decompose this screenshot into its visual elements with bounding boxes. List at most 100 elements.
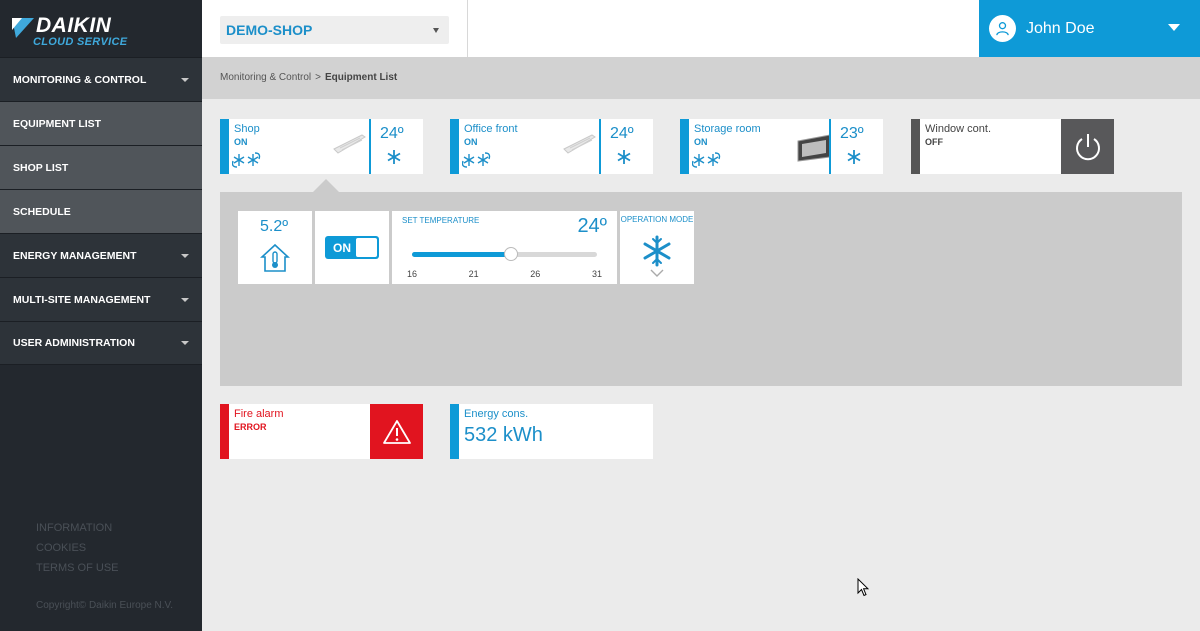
chevron-down-icon <box>181 77 189 82</box>
status-bar <box>450 404 459 459</box>
chevron-down-icon <box>181 253 189 258</box>
sidebar-item-label: MONITORING & CONTROL <box>13 73 147 86</box>
cassette-unit-icon <box>333 134 366 154</box>
sidebar-item-shop-list[interactable]: SHOP LIST <box>0 145 202 189</box>
status-bar <box>680 119 689 174</box>
equipment-temperature: 24º <box>610 125 634 142</box>
sidebar-item-multi-site-management[interactable]: MULTI-SITE MANAGEMENT <box>0 277 202 321</box>
wall-unit-icon <box>797 134 830 162</box>
set-temperature-label: SET TEMPERATURE <box>402 216 480 225</box>
chevron-down-icon <box>181 341 189 345</box>
sidebar-item-schedule[interactable]: SCHEDULE <box>0 189 202 233</box>
status-bar <box>220 119 229 174</box>
operation-mode-card[interactable]: OPERATION MODE <box>620 211 694 284</box>
equipment-status: ON <box>464 137 478 147</box>
indoor-thermometer-icon <box>260 243 290 272</box>
breadcrumb-parent-link[interactable]: Monitoring & Control <box>220 72 311 83</box>
daikin-logo-icon <box>12 18 34 38</box>
sidebar-item-label: USER ADMINISTRATION <box>13 337 135 349</box>
alarm-name: Fire alarm <box>234 408 284 420</box>
breadcrumb-separator: > <box>315 72 321 83</box>
room-temperature: 5.2º <box>260 218 289 235</box>
equipment-temperature: 24º <box>380 125 404 142</box>
snowflake-icon <box>387 150 401 164</box>
mouse-cursor-icon <box>857 578 869 597</box>
operation-mode-label: OPERATION MODE <box>620 215 694 224</box>
chevron-down-icon <box>433 28 439 33</box>
equipment-status: ON <box>234 137 248 147</box>
energy-label: Energy cons. <box>464 408 529 420</box>
power-button[interactable] <box>1061 119 1114 174</box>
alarm-indicator <box>370 404 423 459</box>
sidebar-item-monitoring-control[interactable]: MONITORING & CONTROL <box>0 57 202 101</box>
footer-links: INFORMATION COOKIES TERMS OF USE <box>36 518 119 578</box>
energy-consumption-tile[interactable]: Energy cons. 532 kWh <box>450 404 653 459</box>
status-bar <box>220 404 229 459</box>
equipment-status: ON <box>694 137 708 147</box>
daikin-logo[interactable]: DAIKIN CLOUD SERVICE <box>0 0 202 57</box>
slider-tick: 21 <box>468 269 479 279</box>
equipment-detail-panel: 5.2º ON SET TEMPERATURE 24º 16 21 26 31 … <box>220 192 1182 386</box>
slider-tick: 26 <box>530 269 541 279</box>
tile-divider <box>599 119 601 174</box>
breadcrumb-current: Equipment List <box>325 72 398 83</box>
sidebar-item-label: ENERGY MANAGEMENT <box>13 249 137 262</box>
slider-handle[interactable] <box>503 247 518 261</box>
detail-pointer <box>313 179 339 192</box>
sidebar: DAIKIN CLOUD SERVICE MONITORING & CONTRO… <box>0 0 202 631</box>
set-temperature-slider[interactable] <box>412 247 597 261</box>
breadcrumb: Monitoring & Control > Equipment List <box>202 57 1200 99</box>
equipment-name: Window cont. <box>925 123 992 135</box>
cookies-link[interactable]: COOKIES <box>36 538 119 558</box>
sidebar-item-label: MULTI-SITE MANAGEMENT <box>13 293 151 306</box>
cool-mode-icon <box>232 152 261 168</box>
sidebar-item-label: SCHEDULE <box>13 205 71 218</box>
equipment-name: Office front <box>464 123 518 135</box>
sidebar-item-label: EQUIPMENT LIST <box>13 117 102 130</box>
sidebar-item-equipment-list[interactable]: EQUIPMENT LIST <box>0 101 202 145</box>
chevron-down-icon[interactable] <box>650 269 664 277</box>
equipment-temperature: 23º <box>840 125 864 142</box>
topbar: DEMO-SHOP John Doe <box>202 0 1200 57</box>
warning-icon <box>382 419 411 444</box>
cassette-unit-icon <box>563 134 596 154</box>
alarm-tile-fire-alarm[interactable]: Fire alarm ERROR <box>220 404 423 459</box>
tile-divider <box>829 119 831 174</box>
equipment-name: Shop <box>234 123 260 135</box>
equipment-tile-office-front[interactable]: Office front ON 24º <box>450 119 653 174</box>
shop-select[interactable]: DEMO-SHOP <box>220 16 449 44</box>
power-icon <box>1075 133 1100 160</box>
snowflake-icon <box>643 235 671 267</box>
brand-subtitle: CLOUD SERVICE <box>33 36 128 48</box>
equipment-tile-window-cont[interactable]: Window cont. OFF <box>911 119 1114 174</box>
shop-select-value: DEMO-SHOP <box>226 22 313 38</box>
snowflake-icon <box>847 150 861 164</box>
terms-of-use-link[interactable]: TERMS OF USE <box>36 558 119 578</box>
equipment-status: OFF <box>925 137 943 147</box>
toggle-knob <box>356 238 377 257</box>
equipment-tile-shop[interactable]: Shop ON 24º <box>220 119 423 174</box>
sidebar-item-label: SHOP LIST <box>13 161 69 174</box>
copyright: Copyright© Daikin Europe N.V. <box>36 600 174 611</box>
power-toggle-label: ON <box>333 241 351 255</box>
slider-tick: 31 <box>591 269 603 279</box>
equipment-tile-storage-room[interactable]: Storage room ON 23º <box>680 119 883 174</box>
slider-fill <box>412 252 511 257</box>
slider-tick: 16 <box>406 269 418 279</box>
user-avatar-icon <box>989 15 1016 42</box>
status-bar <box>450 119 459 174</box>
power-toggle[interactable]: ON <box>325 236 379 259</box>
sidebar-item-user-administration[interactable]: USER ADMINISTRATION <box>0 321 202 365</box>
information-link[interactable]: INFORMATION <box>36 518 119 538</box>
equipment-name: Storage room <box>694 123 761 135</box>
user-menu[interactable]: John Doe <box>979 0 1200 57</box>
cool-mode-icon <box>462 152 491 168</box>
snowflake-icon <box>617 150 631 164</box>
sidebar-item-energy-management[interactable]: ENERGY MANAGEMENT <box>0 233 202 277</box>
sidebar-nav: MONITORING & CONTROL EQUIPMENT LIST SHOP… <box>0 57 202 365</box>
chevron-down-icon <box>181 297 189 302</box>
chevron-down-icon <box>1168 24 1180 31</box>
tile-divider <box>369 119 371 174</box>
topbar-divider <box>467 0 468 57</box>
user-name: John Doe <box>1026 19 1095 37</box>
